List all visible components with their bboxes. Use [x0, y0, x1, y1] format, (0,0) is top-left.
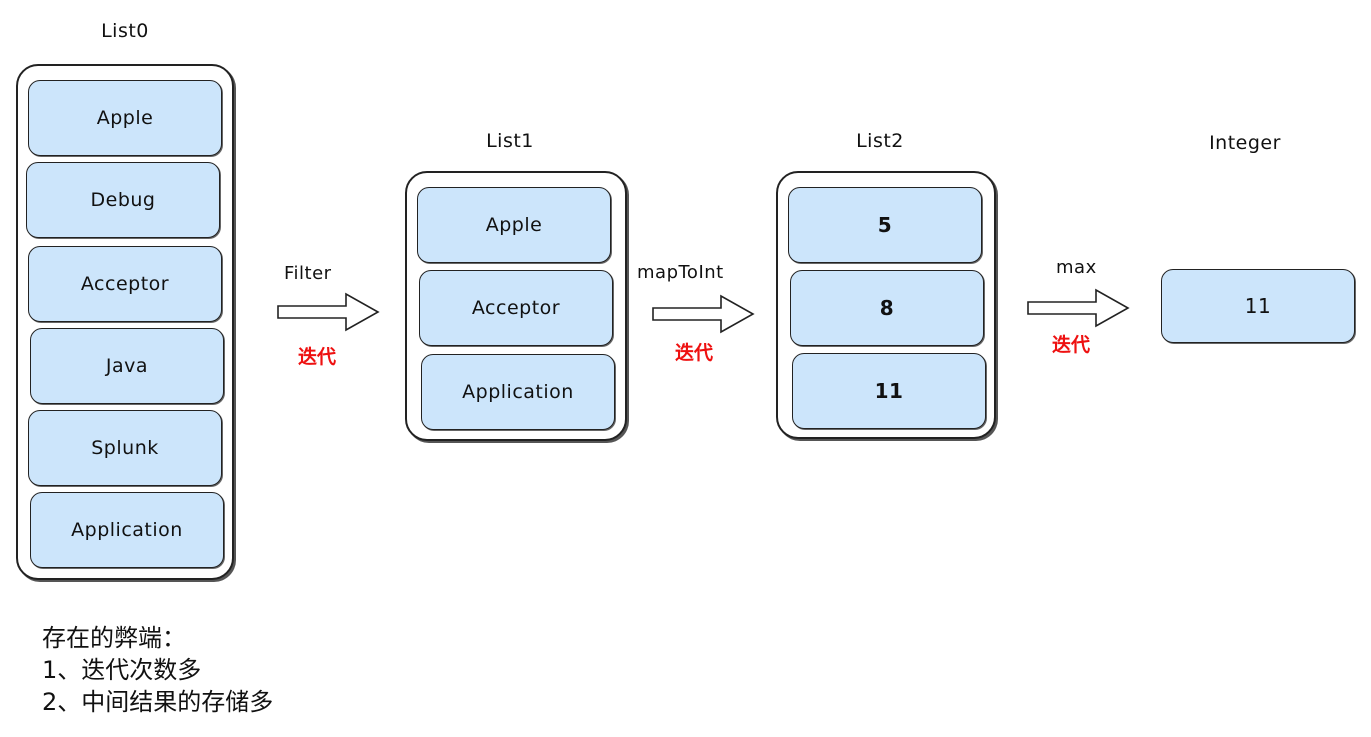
max-arrow-icon — [1027, 288, 1130, 328]
maptoint-iteration-label: 迭代 — [675, 342, 714, 364]
max-iteration-label: 迭代 — [1052, 334, 1091, 356]
filter-operation-label: Filter — [284, 263, 332, 284]
list0-item: Java — [30, 328, 224, 404]
list0-item: Apple — [28, 80, 222, 156]
integer-title: Integer — [1209, 132, 1281, 154]
list2-title: List2 — [856, 130, 904, 152]
list2-item: 11 — [792, 353, 986, 429]
maptoint-arrow-icon — [652, 294, 755, 334]
list0-item: Acceptor — [28, 246, 222, 322]
integer-result: 11 — [1161, 269, 1355, 343]
list0-item: Application — [30, 492, 224, 568]
list1-item: Apple — [417, 187, 611, 263]
list1-item: Acceptor — [419, 270, 613, 346]
list2-item: 8 — [790, 270, 984, 346]
list1-item: Application — [421, 354, 615, 430]
list0-title: List0 — [101, 20, 149, 42]
filter-arrow-icon — [277, 292, 380, 332]
drawbacks-notes: 存在的弊端： 1、迭代次数多 2、中间结果的存储多 — [42, 622, 273, 718]
drawback-point: 1、迭代次数多 — [42, 656, 202, 684]
list2-container: 5 8 11 — [776, 171, 996, 439]
list0-item: Splunk — [28, 410, 222, 486]
list1-title: List1 — [486, 130, 534, 152]
drawbacks-heading: 存在的弊端： — [42, 624, 186, 652]
list0-container: Apple Debug Acceptor Java Splunk Applica… — [16, 64, 234, 580]
list1-container: Apple Acceptor Application — [405, 171, 627, 441]
list2-item: 5 — [788, 187, 982, 263]
drawback-point: 2、中间结果的存储多 — [42, 688, 274, 716]
filter-iteration-label: 迭代 — [298, 346, 337, 368]
max-operation-label: max — [1056, 257, 1097, 278]
list0-item: Debug — [26, 162, 220, 238]
maptoint-operation-label: mapToInt — [637, 262, 724, 283]
